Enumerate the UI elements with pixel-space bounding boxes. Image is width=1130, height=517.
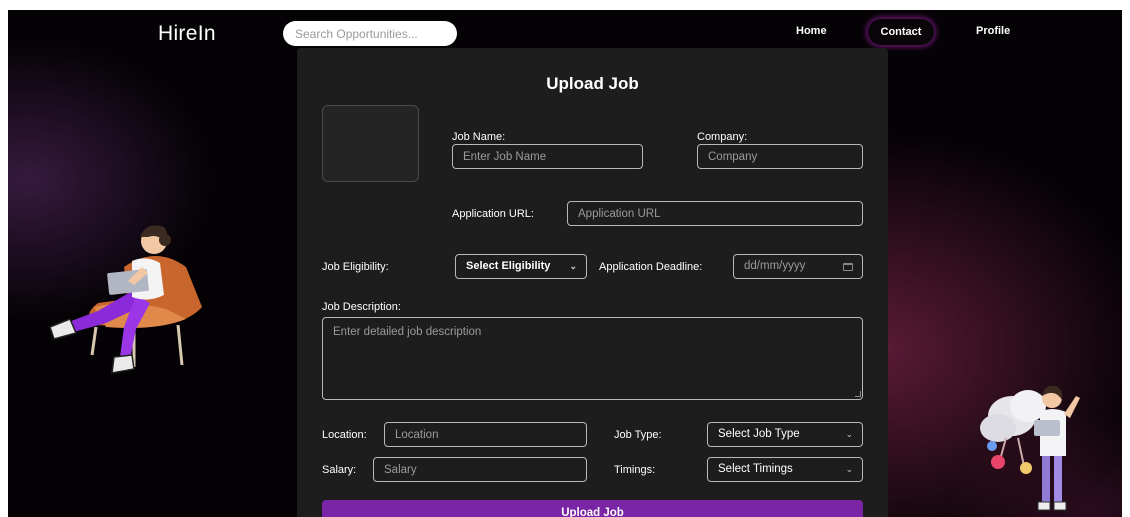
location-input[interactable] bbox=[384, 422, 587, 447]
nav-contact-link[interactable]: Contact bbox=[868, 19, 934, 45]
woman-chair-illustration bbox=[49, 225, 202, 374]
company-logo-upload[interactable] bbox=[322, 105, 419, 182]
application-deadline-label: Application Deadline: bbox=[599, 261, 703, 273]
app-screen: HireIn Home Contact Profile bbox=[8, 10, 1122, 517]
application-url-label: Application URL: bbox=[452, 208, 534, 220]
job-name-label: Job Name: bbox=[452, 131, 506, 143]
company-label: Company: bbox=[697, 131, 748, 143]
job-type-value: Select Job Type bbox=[718, 428, 800, 440]
application-deadline-input[interactable]: dd/mm/yyyy bbox=[733, 254, 863, 279]
chevron-down-icon: ⌄ bbox=[845, 464, 853, 474]
job-type-label: Job Type: bbox=[614, 429, 662, 441]
nav-profile-link[interactable]: Profile bbox=[976, 25, 1010, 37]
job-eligibility-select[interactable]: Select Eligibility ⌄ bbox=[455, 254, 587, 279]
location-label: Location: bbox=[322, 429, 367, 441]
job-eligibility-label: Job Eligibility: bbox=[322, 261, 389, 273]
job-type-select[interactable]: Select Job Type ⌄ bbox=[707, 422, 863, 447]
search-input[interactable] bbox=[283, 21, 457, 46]
form-title: Upload Job bbox=[546, 74, 639, 93]
woman-cloud-illustration bbox=[980, 385, 1080, 511]
salary-input[interactable] bbox=[373, 457, 587, 482]
chevron-down-icon: ⌄ bbox=[845, 429, 853, 439]
job-description-label: Job Description: bbox=[322, 301, 401, 313]
logo[interactable]: HireIn bbox=[158, 22, 216, 46]
job-name-input[interactable] bbox=[452, 144, 643, 169]
upload-job-card: Upload Job Job Name: Company: Applicatio… bbox=[297, 48, 888, 517]
salary-label: Salary: bbox=[322, 464, 357, 476]
timings-value: Select Timings bbox=[718, 463, 793, 475]
job-description-textarea[interactable] bbox=[322, 317, 863, 400]
timings-label: Timings: bbox=[614, 464, 656, 476]
nav-home-link[interactable]: Home bbox=[796, 25, 827, 37]
upload-job-button[interactable]: Upload Job bbox=[322, 500, 863, 517]
company-input[interactable] bbox=[697, 144, 863, 169]
resize-handle-icon[interactable] bbox=[855, 391, 861, 397]
calendar-icon[interactable] bbox=[843, 263, 853, 271]
application-url-input[interactable] bbox=[567, 201, 863, 226]
chevron-down-icon: ⌄ bbox=[569, 261, 577, 271]
job-eligibility-value: Select Eligibility bbox=[466, 260, 551, 272]
timings-select[interactable]: Select Timings ⌄ bbox=[707, 457, 863, 482]
deadline-value: dd/mm/yyyy bbox=[744, 260, 806, 272]
